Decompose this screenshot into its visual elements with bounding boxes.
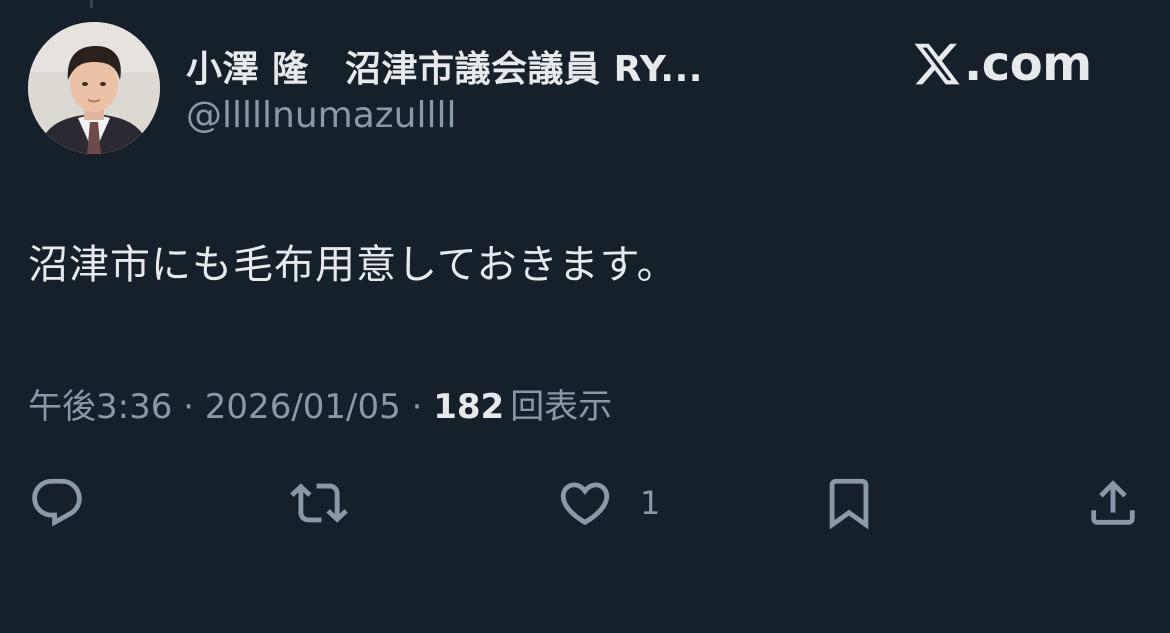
heart-icon xyxy=(560,482,610,526)
bookmark-icon xyxy=(829,478,869,530)
author-display-name[interactable]: 小澤 隆 沼津市議会議員 RY... xyxy=(186,40,776,92)
reply-button[interactable] xyxy=(28,470,86,536)
reply-icon xyxy=(32,478,82,527)
tweet-text: 沼津市にも毛布用意しておきます。 xyxy=(28,242,678,288)
author-handle[interactable]: @lllllnumazullll xyxy=(186,95,457,136)
bookmark-button[interactable] xyxy=(820,470,878,536)
share-button[interactable] xyxy=(1084,470,1142,536)
retweet-button[interactable] xyxy=(290,470,348,536)
tweet-time[interactable]: 午後3:36 xyxy=(28,387,172,427)
thread-connector-line xyxy=(90,0,93,8)
brand-domain-label: .com xyxy=(964,36,1092,92)
tweet-meta: 午後3:36 · 2026/01/05 · 182 回表示 xyxy=(28,379,612,428)
tweet-date[interactable]: 2026/01/05 xyxy=(205,387,401,427)
x-brand: .com xyxy=(912,34,1092,94)
share-icon xyxy=(1091,480,1135,525)
retweet-icon xyxy=(290,483,348,523)
meta-separator: · xyxy=(400,387,434,427)
x-logo-icon xyxy=(914,43,960,85)
like-count: 1 xyxy=(640,484,661,522)
like-button[interactable]: 1 xyxy=(556,470,660,536)
avatar-photo xyxy=(28,22,160,154)
views-label[interactable]: 回表示 xyxy=(510,387,612,427)
avatar[interactable] xyxy=(28,22,160,154)
meta-separator: · xyxy=(172,387,205,427)
views-count[interactable]: 182 xyxy=(433,387,504,427)
tweet-actions-bar: 1 xyxy=(0,470,1170,540)
